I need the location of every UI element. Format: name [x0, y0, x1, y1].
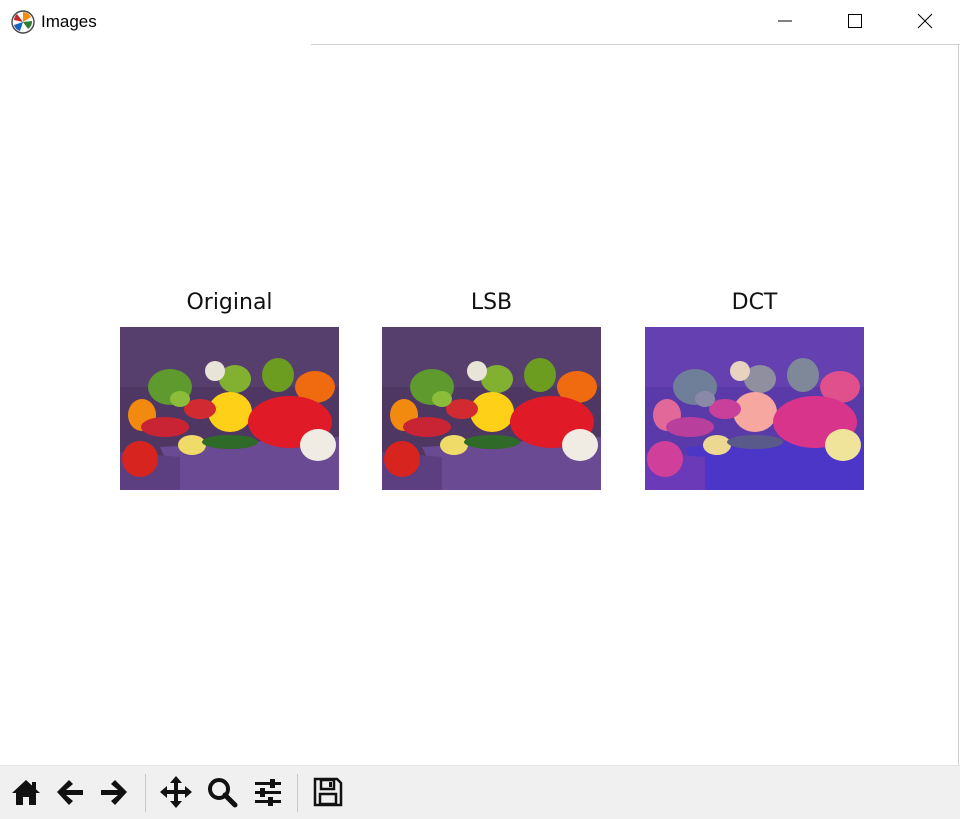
- toolbar-separator: [145, 774, 146, 812]
- back-arrow-icon: [54, 776, 86, 812]
- minimize-icon: [777, 13, 793, 33]
- subplots-config-icon: [252, 776, 284, 812]
- peppers-scene: [382, 327, 601, 490]
- save-button[interactable]: [306, 773, 350, 815]
- image-original: [120, 327, 339, 490]
- pan-icon: [159, 775, 193, 813]
- save-icon: [312, 776, 344, 812]
- forward-button[interactable]: [92, 773, 136, 815]
- canvas-border-right: [958, 44, 959, 766]
- home-icon: [10, 776, 42, 812]
- subplot-title-dct: DCT: [731, 290, 778, 315]
- peppers-scene: [120, 327, 339, 490]
- maximize-button[interactable]: [820, 0, 890, 45]
- figure-window: Images Original LSB DCT: [0, 0, 960, 819]
- zoom-icon: [206, 776, 238, 812]
- toolbar-separator: [297, 774, 298, 812]
- subplot-title-original: Original: [186, 290, 273, 315]
- navigation-toolbar: [0, 765, 960, 819]
- configure-subplots-button[interactable]: [246, 773, 290, 815]
- close-button[interactable]: [890, 0, 960, 45]
- back-button[interactable]: [48, 773, 92, 815]
- subplot-title-lsb: LSB: [470, 290, 513, 315]
- zoom-button[interactable]: [200, 773, 244, 815]
- title-bar[interactable]: Images: [0, 0, 960, 45]
- pan-button[interactable]: [154, 773, 198, 815]
- close-icon: [917, 13, 933, 33]
- maximize-icon: [847, 13, 863, 33]
- matplotlib-app-icon: [11, 10, 35, 34]
- window-title: Images: [41, 12, 97, 31]
- minimize-button[interactable]: [750, 0, 820, 45]
- image-lsb: [382, 327, 601, 490]
- forward-arrow-icon: [98, 776, 130, 812]
- peppers-scene-dct: [645, 327, 864, 490]
- figure-canvas[interactable]: Original LSB DCT: [0, 45, 958, 765]
- image-dct: [645, 327, 864, 490]
- home-button[interactable]: [4, 773, 48, 815]
